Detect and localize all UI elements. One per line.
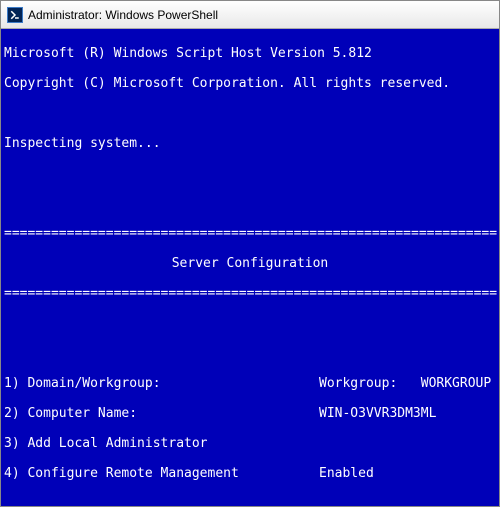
- blank-line: [4, 346, 496, 361]
- window-titlebar[interactable]: Administrator: Windows PowerShell: [1, 1, 499, 29]
- config-title: Server Configuration: [4, 256, 496, 271]
- blank-line: [4, 316, 496, 331]
- blank-line: [4, 496, 496, 506]
- menu-item: 2) Computer Name:WIN-O3VVR3DM3ML: [4, 406, 496, 421]
- script-host-version: Microsoft (R) Windows Script Host Versio…: [4, 46, 496, 61]
- divider-top: ========================================…: [4, 226, 496, 241]
- menu-item: 3) Add Local Administrator: [4, 436, 496, 451]
- menu-item: 4) Configure Remote ManagementEnabled: [4, 466, 496, 481]
- window-title: Administrator: Windows PowerShell: [28, 8, 218, 22]
- menu-item: 1) Domain/Workgroup:Workgroup: WORKGROUP: [4, 376, 496, 391]
- inspecting-line: Inspecting system...: [4, 136, 496, 151]
- blank-line: [4, 166, 496, 181]
- blank-line: [4, 106, 496, 121]
- copyright-line: Copyright (C) Microsoft Corporation. All…: [4, 76, 496, 91]
- console-output[interactable]: Microsoft (R) Windows Script Host Versio…: [1, 29, 499, 506]
- powershell-icon: [7, 7, 23, 23]
- divider-bottom: ========================================…: [4, 286, 496, 301]
- blank-line: [4, 196, 496, 211]
